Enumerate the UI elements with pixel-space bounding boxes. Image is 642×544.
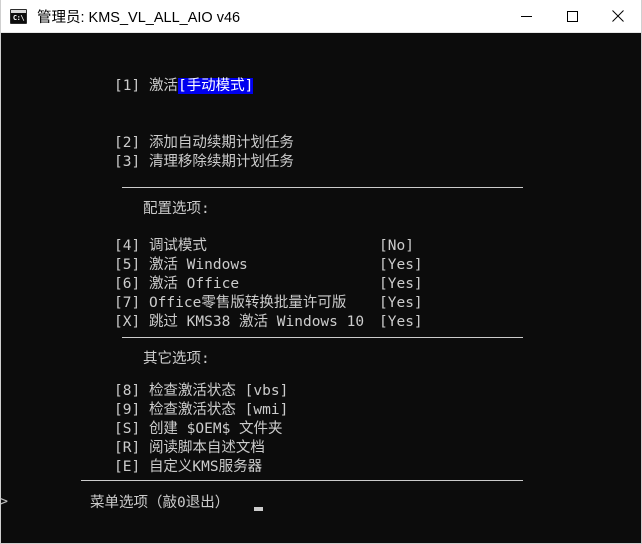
console-output[interactable]: [1] 激活[手动模式] [2] 添加自动续期计划任务 [3] 清理移除续期计划… <box>1 33 641 543</box>
close-button[interactable] <box>595 0 641 32</box>
other-row-e-gap <box>140 459 149 475</box>
menu-item-1[interactable]: [1] 激活[手动模式] <box>114 77 254 96</box>
other-row-r-gap <box>140 440 149 456</box>
config-section-heading: 配置选项: <box>143 201 210 217</box>
menu-item-1-mode-badge: [手动模式] <box>177 78 254 94</box>
config-row-7-value: [Yes] <box>379 295 423 311</box>
config-row-4-value: [No] <box>379 238 414 254</box>
other-row-s-key: [S] <box>114 421 141 437</box>
other-row-e-label: 自定义KMS服务器 <box>148 459 263 475</box>
other-row-9-gap <box>140 402 149 418</box>
other-row-9-key: [9] <box>114 402 141 418</box>
maximize-button[interactable] <box>549 0 595 32</box>
divider-3 <box>81 480 523 481</box>
config-row-6-key: [6] <box>114 276 141 292</box>
config-row-7[interactable]: [7] Office零售版转换批量许可版 <box>114 294 346 313</box>
config-row-4-key: [4] <box>114 238 141 254</box>
config-row-7-label: Office零售版转换批量许可版 <box>148 295 347 311</box>
other-row-s-label: 创建 $OEM$ 文件夹 <box>148 421 283 437</box>
minimize-icon <box>520 15 532 17</box>
menu-item-1-gap <box>140 78 149 94</box>
titlebar[interactable]: C:\ 管理员: KMS_VL_ALL_AIO v46 <box>1 0 641 33</box>
config-row-5-label: 激活 Windows <box>148 257 248 273</box>
config-row-6[interactable]: [6] 激活 Office <box>114 275 239 294</box>
config-row-4-gap <box>140 238 149 254</box>
other-row-r[interactable]: [R] 阅读脚本自述文档 <box>114 439 265 458</box>
other-row-8-gap <box>140 383 149 399</box>
menu-item-3[interactable]: [3] 清理移除续期计划任务 <box>114 153 294 172</box>
console-window: C:\ 管理员: KMS_VL_ALL_AIO v46 [1] 激活[手动模式]… <box>0 0 642 544</box>
config-row-5-key: [5] <box>114 257 141 273</box>
other-section-heading: 其它选项: <box>143 351 210 367</box>
other-row-r-key: [R] <box>114 440 141 456</box>
config-row-x-label: 跳过 KMS38 激活 Windows 10 <box>148 314 365 330</box>
config-row-5-value: [Yes] <box>379 257 423 273</box>
other-row-s-gap <box>140 421 149 437</box>
config-row-6-value: [Yes] <box>379 276 423 292</box>
config-row-7-key: [7] <box>114 295 141 311</box>
other-row-8-key: [8] <box>114 383 141 399</box>
config-row-x[interactable]: [X] 跳过 KMS38 激活 Windows 10 <box>114 313 364 332</box>
menu-item-1-label: 激活 <box>148 78 178 94</box>
text-cursor <box>254 507 263 511</box>
config-row-7-gap <box>140 295 149 311</box>
config-row-6-label: 激活 Office <box>148 276 240 292</box>
config-row-4-label: 调试模式 <box>148 238 207 254</box>
config-row-5[interactable]: [5] 激活 Windows <box>114 256 248 275</box>
divider-1 <box>122 187 523 188</box>
menu-item-3-key: [3] <box>114 154 141 170</box>
config-row-x-gap <box>140 314 149 330</box>
close-icon <box>612 10 624 22</box>
config-row-x-value: [Yes] <box>379 314 423 330</box>
other-row-s[interactable]: [S] 创建 $OEM$ 文件夹 <box>114 420 283 439</box>
other-row-9[interactable]: [9] 检查激活状态 [wmi] <box>114 401 288 420</box>
config-row-5-gap <box>140 257 149 273</box>
cmd-icon: C:\ <box>10 8 27 24</box>
maximize-icon <box>566 10 578 22</box>
window-title: 管理员: KMS_VL_ALL_AIO v46 <box>37 9 241 26</box>
window-controls <box>503 0 641 32</box>
other-row-e[interactable]: [E] 自定义KMS服务器 <box>114 458 262 477</box>
prompt-label: 菜单选项（敲0退出） <box>90 495 230 511</box>
config-row-6-gap <box>140 276 149 292</box>
other-row-r-label: 阅读脚本自述文档 <box>148 440 265 456</box>
divider-2 <box>122 337 523 338</box>
titlebar-left: C:\ 管理员: KMS_VL_ALL_AIO v46 <box>1 6 503 27</box>
other-row-8[interactable]: [8] 检查激活状态 [vbs] <box>114 382 288 401</box>
other-row-9-label: 检查激活状态 [wmi] <box>148 402 289 418</box>
menu-item-2-key: [2] <box>114 135 141 151</box>
menu-item-2-label: 添加自动续期计划任务 <box>148 135 294 151</box>
minimize-button[interactable] <box>503 0 549 32</box>
menu-item-2[interactable]: [2] 添加自动续期计划任务 <box>114 134 294 153</box>
menu-item-1-key: [1] <box>114 78 141 94</box>
cmd-icon-glyph: C:\ <box>12 13 25 22</box>
menu-item-2-gap <box>140 135 149 151</box>
menu-item-3-gap <box>140 154 149 170</box>
menu-item-3-label: 清理移除续期计划任务 <box>148 154 294 170</box>
config-row-x-key: [X] <box>114 314 141 330</box>
prompt-chevron-icon: > <box>1 492 9 510</box>
other-row-e-key: [E] <box>114 459 141 475</box>
other-row-8-label: 检查激活状态 [vbs] <box>148 383 289 399</box>
config-row-4[interactable]: [4] 调试模式 <box>114 237 207 256</box>
